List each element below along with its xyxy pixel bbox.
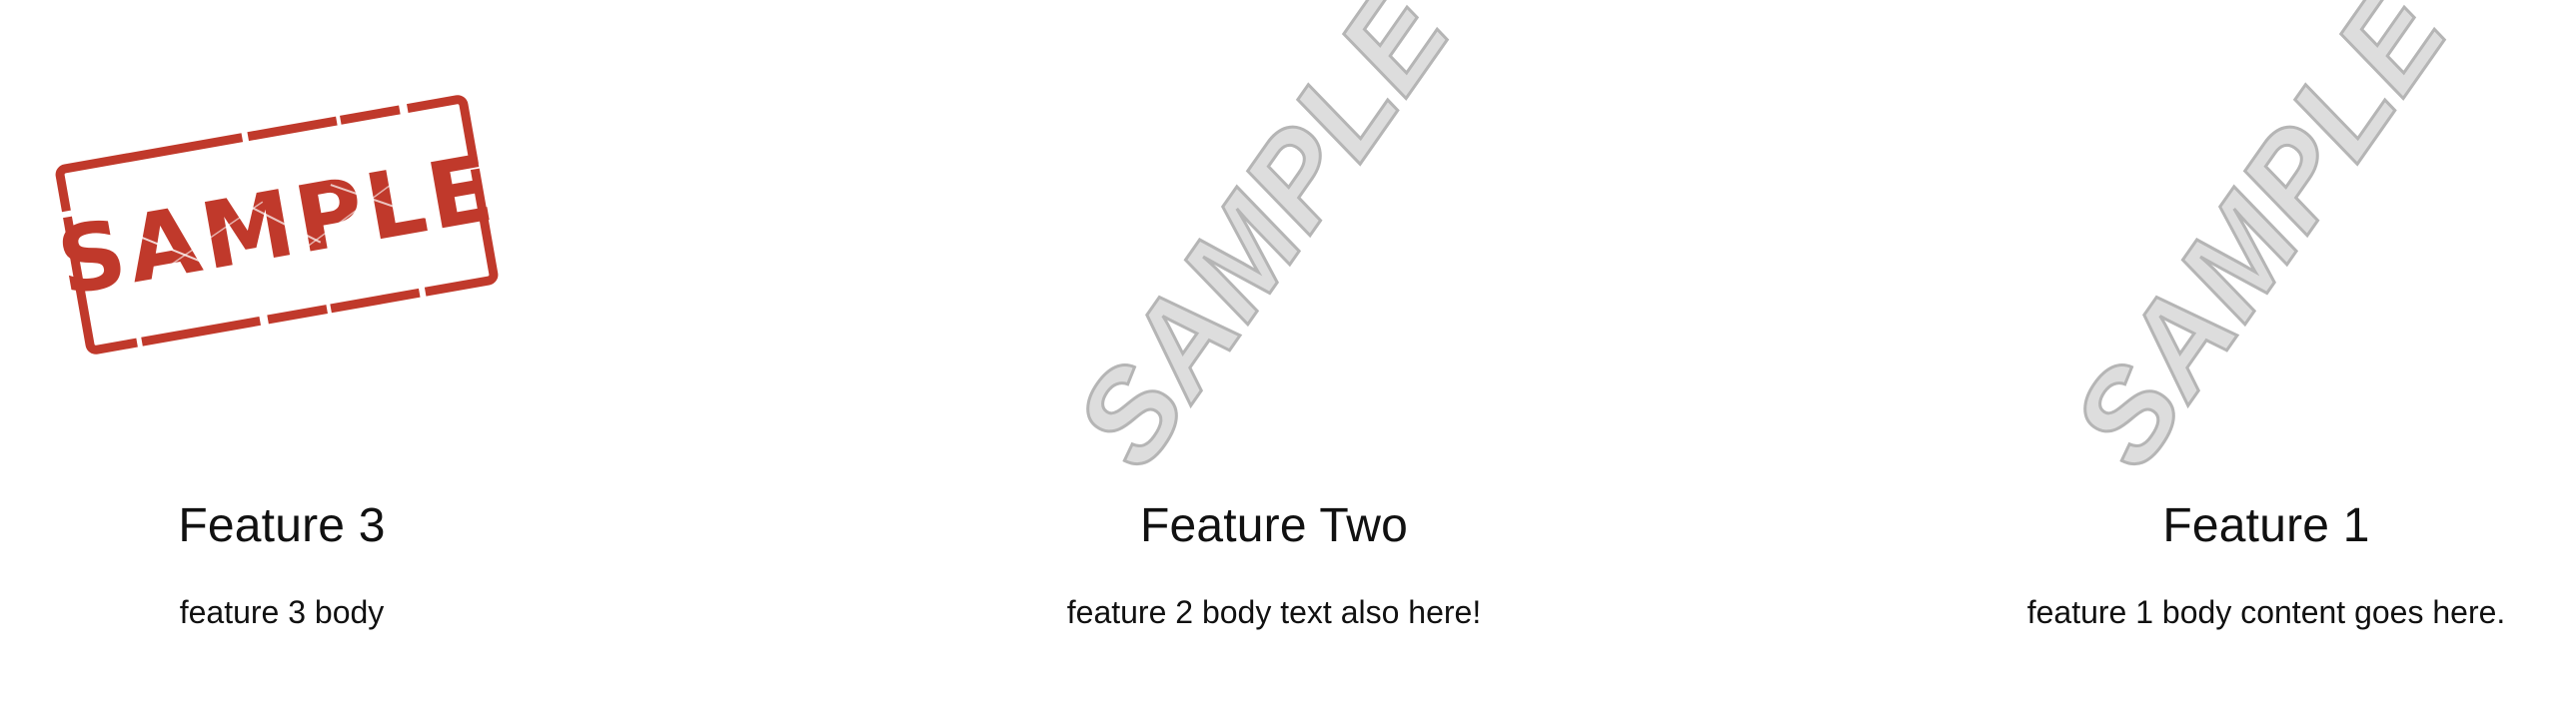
feature-title: Feature 3: [178, 499, 386, 552]
feature-body: feature 1 body content goes here.: [2026, 594, 2506, 630]
feature-image-watermark: SAMPLE: [1867, 0, 2576, 492]
feature-card: SAMPLE Feature 3 feature 3 body: [0, 0, 681, 709]
watermark-text: SAMPLE: [2045, 0, 2476, 491]
feature-body: feature 3 body: [179, 594, 385, 630]
feature-card: SAMPLE Feature Two feature 2 body text a…: [874, 0, 1674, 709]
feature-image-watermark: SAMPLE: [874, 0, 1674, 492]
sample-stamp-image: SAMPLE: [50, 95, 504, 354]
feature-image-stamp: SAMPLE: [0, 30, 681, 429]
watermark-text: SAMPLE: [1048, 0, 1479, 491]
feature-title: Feature 1: [2162, 499, 2370, 552]
feature-title: Feature Two: [1139, 499, 1409, 552]
sample-watermark-image: SAMPLE: [2043, 0, 2477, 492]
features-section: SAMPLE Feature 3 feature 3 body SAMPLE F…: [0, 0, 2576, 709]
sample-watermark-image: SAMPLE: [1046, 0, 1480, 492]
feature-card: SAMPLE Feature 1 feature 1 body content …: [1867, 0, 2576, 709]
feature-body: feature 2 body text also here!: [1066, 594, 1482, 630]
